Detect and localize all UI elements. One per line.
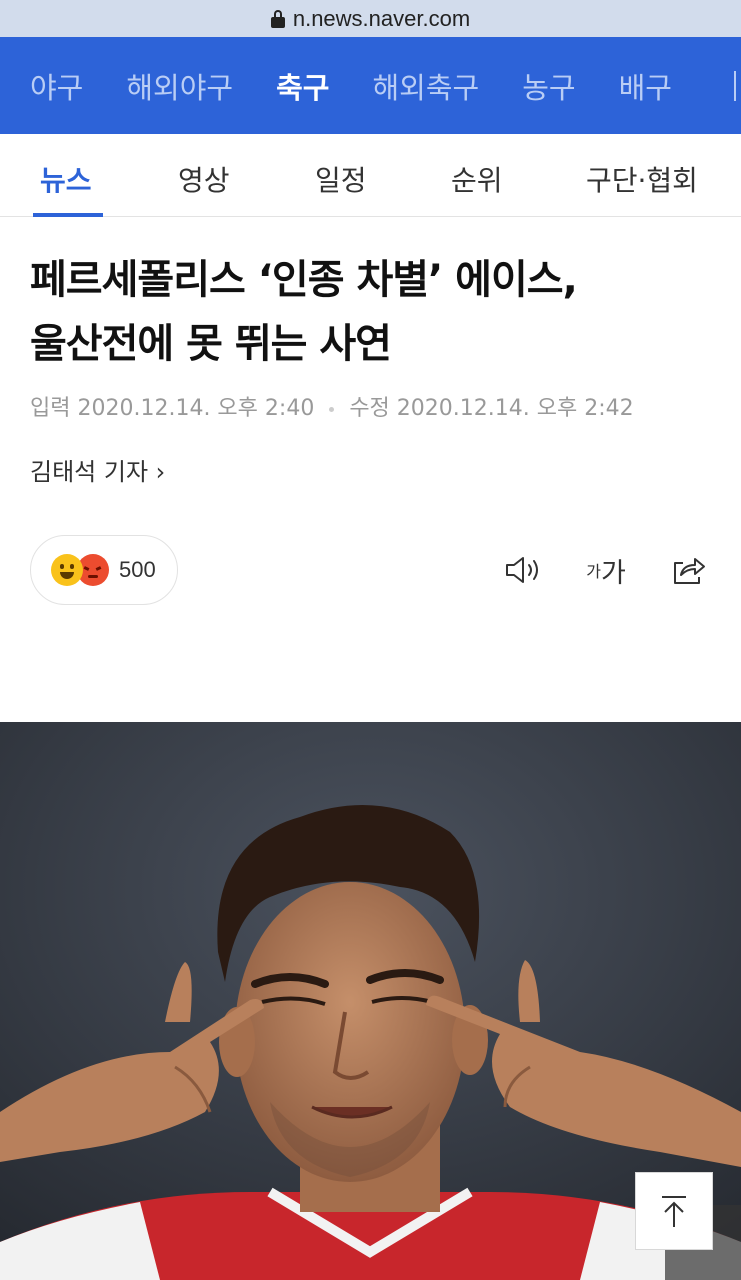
sub-tabs: 뉴스 영상 일정 순위 구단·협회 [0, 134, 741, 217]
tab-clubs[interactable]: 구단·협회 [586, 159, 698, 199]
arrow-up-icon [662, 1196, 686, 1227]
url-text: n.news.naver.com [292, 5, 471, 31]
article-headline: 페르세폴리스 ‘인종 차별’ 에이스, 울산전에 못 뛰는 사연 [30, 248, 720, 376]
happy-emoji-icon [51, 554, 83, 586]
article-photo [0, 722, 741, 1280]
nav-item-baseball[interactable]: 야구 [30, 65, 83, 107]
active-tab-indicator [33, 213, 103, 217]
nav-item-basketball[interactable]: 농구 [522, 65, 575, 107]
tab-schedule[interactable]: 일정 [315, 159, 367, 199]
nav-item-overseas-baseball[interactable]: 해외야구 [126, 65, 233, 107]
nav-item-volleyball[interactable]: 배구 [619, 65, 672, 107]
input-time: 2020.12.14. 오후 2:40 [77, 396, 315, 421]
input-label: 입력 [30, 396, 71, 421]
share-icon[interactable] [668, 550, 708, 590]
edit-time: 2020.12.14. 오후 2:42 [396, 396, 634, 421]
font-size-button[interactable]: 가가 [583, 550, 629, 590]
sport-category-nav: 야구 해외야구 축구 해외축구 농구 배구 [0, 37, 741, 134]
font-size-small-glyph: 가 [586, 562, 601, 581]
lock-icon [270, 9, 285, 28]
article-timestamps: 입력 2020.12.14. 오후 2:40 수정 2020.12.14. 오후… [30, 390, 634, 422]
reaction-count: 500 [119, 557, 156, 582]
nav-item-overseas-football[interactable]: 해외축구 [372, 65, 479, 107]
tab-ranking[interactable]: 순위 [451, 159, 503, 199]
nav-divider [734, 71, 736, 101]
meta-separator [329, 406, 335, 412]
tab-video[interactable]: 영상 [178, 159, 230, 199]
tab-news[interactable]: 뉴스 [40, 159, 92, 199]
edit-label: 수정 [349, 396, 390, 421]
scroll-to-top-button[interactable] [635, 1172, 713, 1250]
headline-line-1: 페르세폴리스 ‘인종 차별’ 에이스, [30, 257, 578, 303]
font-size-big-glyph: 가 [600, 557, 626, 589]
reaction-button[interactable]: 500 [30, 535, 178, 605]
browser-url-bar[interactable]: n.news.naver.com [0, 0, 741, 37]
speaker-icon[interactable] [503, 550, 543, 590]
headline-line-2: 울산전에 못 뛰는 사연 [30, 321, 392, 367]
reporter-link[interactable]: 김태석 기자 › [30, 452, 165, 487]
nav-item-football[interactable]: 축구 [276, 65, 329, 107]
